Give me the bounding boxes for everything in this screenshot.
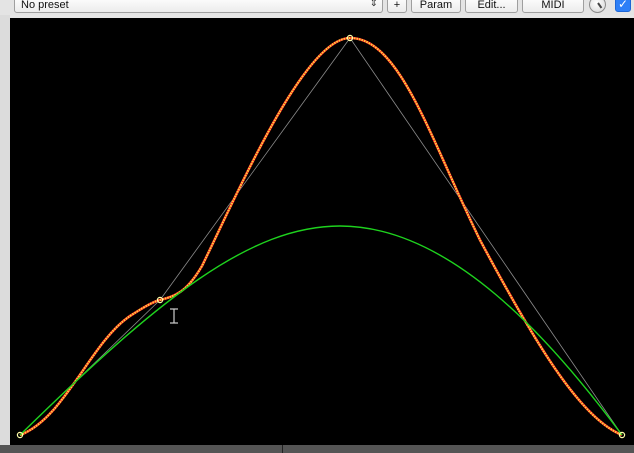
chevron-updown-icon: ⇕ — [369, 0, 378, 9]
preset-value: No preset — [21, 0, 69, 11]
control-points — [16, 34, 626, 439]
bezier-curve-outline — [19, 36, 623, 437]
control-lines — [19, 37, 623, 436]
add-preset-button[interactable]: + — [387, 0, 407, 13]
knob-icon[interactable] — [589, 0, 606, 13]
bezier-curve — [19, 36, 623, 436]
toolbar: No preset ⇕ + Param Edit... MIDI ✓ — [0, 0, 634, 15]
midi-button[interactable]: MIDI — [522, 0, 584, 13]
bottom-tick — [282, 445, 283, 453]
checkmark-icon: ✓ — [617, 0, 629, 11]
curve-canvas[interactable] — [10, 18, 634, 445]
curve-display[interactable] — [10, 18, 634, 445]
text-cursor-icon — [170, 308, 178, 324]
param-button[interactable]: Param — [411, 0, 461, 13]
enable-checkbox[interactable]: ✓ — [615, 0, 631, 12]
control-line-3 — [349, 37, 623, 436]
control-line-2 — [159, 37, 351, 301]
left-panel-edge — [0, 15, 10, 453]
preset-select[interactable]: No preset ⇕ — [14, 0, 383, 13]
edit-button[interactable]: Edit... — [465, 0, 518, 13]
bottom-strip — [0, 445, 634, 453]
